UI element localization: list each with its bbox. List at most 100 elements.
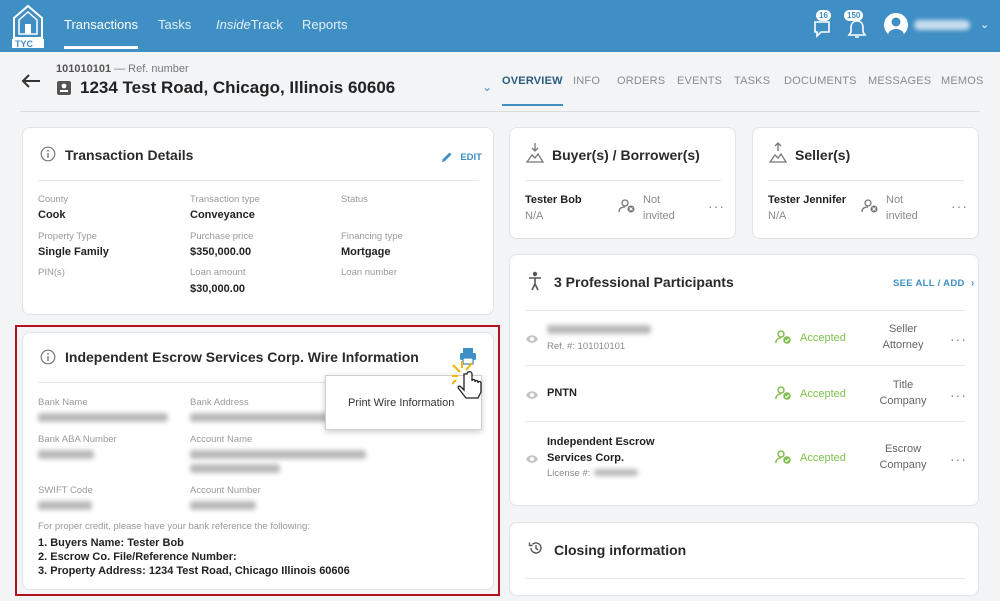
participant-1-role-line2: Attorney — [882, 339, 924, 351]
user-not-invited-icon — [861, 199, 878, 213]
county-value: Cook — [38, 209, 66, 221]
tab-info[interactable]: INFO — [573, 75, 600, 87]
participants-title: 3 Professional Participants — [554, 274, 734, 290]
buyer-status-line1: Not — [643, 194, 661, 206]
county-label: County — [38, 194, 69, 205]
notifications-button[interactable]: 150 — [844, 10, 870, 40]
divider — [38, 180, 479, 181]
financing-type-value: Mortgage — [341, 246, 391, 258]
chat-icon — [814, 21, 830, 38]
see-all-add-label: SEE ALL / ADD — [893, 278, 965, 289]
financing-type-label: Financing type — [341, 231, 403, 242]
buyer-icon — [526, 143, 544, 163]
tab-documents[interactable]: DOCUMENTS — [784, 75, 857, 87]
ref-suffix: — Ref. number — [114, 63, 189, 75]
logo-text: TYC — [15, 39, 33, 49]
nav-transactions[interactable]: Transactions — [64, 17, 138, 49]
highlight-frame — [15, 325, 500, 596]
participant-2-role-line2: Company — [879, 395, 927, 407]
avatar[interactable] — [884, 13, 908, 37]
buyer-name[interactable]: Tester Bob — [525, 194, 582, 206]
divider — [525, 365, 965, 366]
tab-orders[interactable]: ORDERS — [617, 75, 665, 87]
info-icon — [40, 146, 56, 162]
tab-overview[interactable]: OVERVIEW — [502, 75, 563, 106]
participant-2-role-line1: Title — [892, 379, 914, 391]
user-name-redacted[interactable] — [914, 20, 970, 30]
pencil-icon — [442, 152, 452, 162]
participant-3-role-line2: Company — [879, 459, 927, 471]
buyers-title: Buyer(s) / Borrower(s) — [552, 147, 700, 163]
tab-memos[interactable]: MEMOS — [941, 75, 984, 87]
loan-amount-label: Loan amount — [190, 267, 246, 278]
ref-number: 101010101 — [56, 63, 112, 75]
participant-1-role-line1: Seller — [888, 323, 918, 335]
chat-count-badge: 16 — [816, 10, 831, 21]
nav-insidetrack-italic: Inside — [216, 17, 251, 32]
transaction-type-value: Conveyance — [190, 209, 255, 221]
back-arrow-icon[interactable] — [20, 70, 42, 92]
buyer-more-icon[interactable]: ··· — [708, 198, 725, 214]
user-check-icon — [775, 450, 791, 464]
sellers-card: Seller(s) Tester Jennifer N/A Not invite… — [752, 127, 979, 239]
participant-3-more-icon[interactable]: ··· — [950, 451, 967, 467]
transaction-type-label: Transaction type — [190, 194, 260, 205]
person-icon — [529, 271, 541, 291]
participant-2-more-icon[interactable]: ··· — [950, 387, 967, 403]
top-nav: TYC Transactions Tasks InsideTrack Repor… — [0, 0, 1000, 52]
participant-3-role-line1: Escrow — [884, 443, 922, 455]
tab-messages[interactable]: MESSAGES — [868, 75, 931, 87]
seller-more-icon[interactable]: ··· — [951, 198, 968, 214]
print-wire-information-item[interactable]: Print Wire Information — [348, 397, 454, 409]
participant-3-status: Accepted — [800, 452, 846, 464]
divider — [525, 421, 965, 422]
participant-3-name-line2[interactable]: Services Corp. — [547, 452, 624, 464]
transaction-details-card: Transaction Details EDIT County Cook Tra… — [22, 127, 494, 315]
participant-3-name-line1[interactable]: Independent Escrow — [547, 436, 655, 448]
tab-events[interactable]: EVENTS — [677, 75, 722, 87]
participant-2-status: Accepted — [800, 388, 846, 400]
page-title: 1234 Test Road, Chicago, Illinois 60606 — [80, 78, 396, 97]
seller-sub: N/A — [768, 210, 787, 222]
sellers-title: Seller(s) — [795, 147, 851, 163]
address-card-icon — [57, 81, 71, 95]
chevron-down-icon[interactable]: ⌄ — [980, 18, 989, 31]
buyer-sub: N/A — [525, 210, 544, 222]
loan-number-label: Loan number — [341, 267, 397, 278]
seller-name[interactable]: Tester Jennifer — [768, 194, 846, 206]
participant-2-name[interactable]: PNTN — [547, 387, 577, 399]
nav-tasks[interactable]: Tasks — [158, 17, 191, 32]
participant-1-name-redacted[interactable] — [547, 325, 651, 334]
participants-card: 3 Professional Participants SEE ALL / AD… — [509, 254, 979, 506]
user-icon — [888, 17, 904, 37]
pin-label: PIN(s) — [38, 267, 65, 278]
see-all-add-link[interactable]: SEE ALL / ADD › — [893, 275, 974, 289]
nav-insidetrack[interactable]: InsideTrack — [216, 17, 283, 32]
purchase-price-value: $350,000.00 — [190, 246, 252, 258]
participant-3-license-redacted — [594, 469, 638, 476]
tab-tasks[interactable]: TASKS — [734, 75, 770, 87]
divider — [525, 578, 965, 579]
header-divider — [20, 111, 980, 112]
participant-1-more-icon[interactable]: ··· — [950, 331, 967, 347]
seller-icon — [769, 142, 787, 163]
participant-3-license-label: License #: — [547, 468, 591, 479]
edit-button[interactable]: EDIT — [441, 149, 482, 163]
nav-reports[interactable]: Reports — [302, 17, 348, 32]
purchase-price-label: Purchase price — [190, 231, 254, 242]
address-chevron-icon[interactable]: ⌄ — [482, 80, 492, 94]
participant-1-status: Accepted — [800, 332, 846, 344]
eye-icon[interactable] — [525, 390, 539, 400]
ref-number-line: 101010101 — Ref. number — [56, 63, 189, 75]
transaction-details-title: Transaction Details — [65, 147, 194, 163]
user-check-icon — [775, 386, 791, 400]
eye-icon[interactable] — [525, 334, 539, 344]
eye-icon[interactable] — [525, 454, 539, 464]
chat-button[interactable]: 16 — [812, 10, 838, 40]
property-type-value: Single Family — [38, 246, 109, 258]
user-not-invited-icon — [618, 199, 635, 213]
divider — [525, 310, 965, 311]
user-check-icon — [775, 330, 791, 344]
nav-insidetrack-rest: Track — [250, 17, 283, 32]
participant-1-ref: Ref. #: 101010101 — [547, 341, 626, 352]
